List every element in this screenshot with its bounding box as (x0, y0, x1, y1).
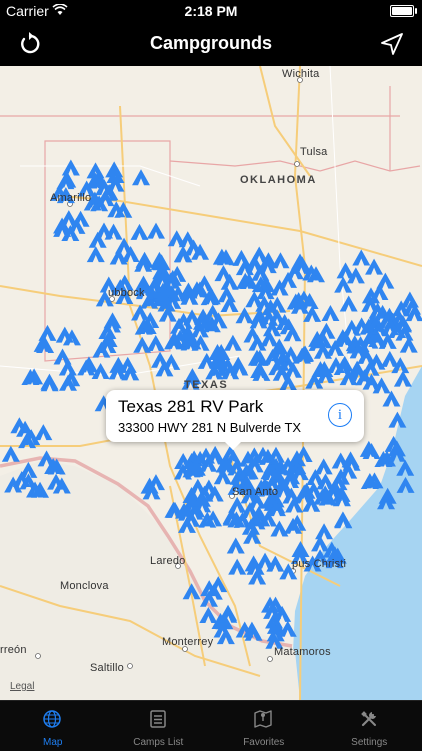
tab-settings-label: Settings (317, 737, 422, 748)
status-time: 2:18 PM (0, 3, 422, 19)
city-dot (295, 162, 300, 167)
tab-settings[interactable]: Settings (317, 701, 422, 751)
city-label-tulsa: Tulsa (300, 146, 328, 158)
info-icon[interactable]: i (328, 403, 352, 427)
tab-map-label: Map (0, 737, 106, 748)
map-view[interactable]: Wichita Tulsa OKLAHOMA Amarillo ubbock T… (0, 66, 422, 700)
battery-icon (390, 5, 414, 17)
city-dot (268, 657, 273, 662)
tab-favorites-label: Favorites (211, 737, 317, 748)
tab-bar: Map Camps List Favorites Settings (0, 700, 422, 751)
battery-level (392, 7, 412, 15)
city-label-matamoros: Matamoros (274, 646, 331, 658)
city-label-torreon: rreón (0, 644, 27, 656)
tab-camps-list-label: Camps List (106, 737, 212, 748)
city-dot (36, 654, 41, 659)
globe-icon (42, 709, 62, 729)
settings-tools-icon (359, 709, 379, 729)
tab-map[interactable]: Map (0, 701, 106, 751)
callout-campground-name: Texas 281 RV Park (118, 397, 263, 417)
city-label-lubbock: ubbock (108, 287, 145, 299)
location-arrow-icon[interactable] (378, 30, 406, 58)
page-title: Campgrounds (0, 33, 422, 54)
status-bar: Carrier 2:18 PM (0, 0, 422, 22)
city-label-monterrey: Monterrey (162, 636, 213, 648)
city-label-amarillo: Amarillo (50, 192, 91, 204)
city-label-san-antonio: San Anto (232, 486, 278, 498)
city-label-laredo: Laredo (150, 555, 185, 567)
navigation-bar: Campgrounds (0, 22, 422, 66)
map-favorites-icon (253, 709, 273, 729)
legal-link[interactable]: Legal (10, 681, 34, 692)
tab-favorites[interactable]: Favorites (211, 701, 317, 751)
tab-camps-list[interactable]: Camps List (106, 701, 212, 751)
callout-address: 33300 HWY 281 N Bulverde TX (118, 420, 301, 435)
list-icon (148, 709, 168, 729)
city-label-monclova: Monclova (60, 580, 109, 592)
campground-callout[interactable]: Texas 281 RV Park 33300 HWY 281 N Bulver… (106, 390, 364, 442)
city-label-saltillo: Saltillo (90, 662, 124, 674)
city-dot (128, 664, 133, 669)
state-label-oklahoma: OKLAHOMA (240, 174, 317, 186)
city-label-corpus-christi: pus Christi (292, 558, 346, 570)
city-label-wichita: Wichita (282, 68, 319, 80)
